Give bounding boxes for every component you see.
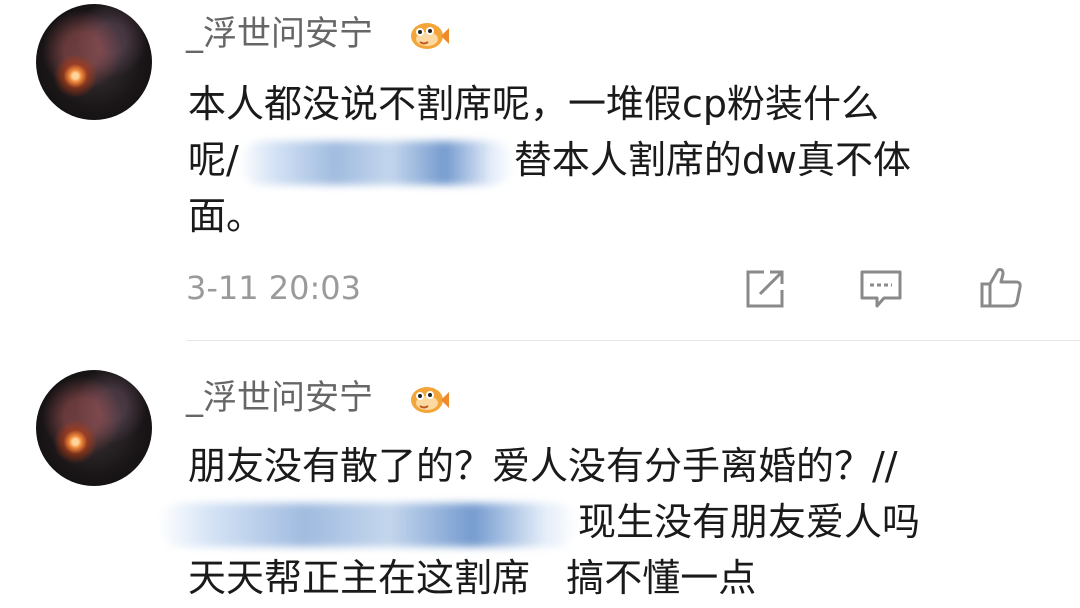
timestamp: 3-11 20:03 xyxy=(186,269,362,307)
comment-item: _浮世问安宁 朋友没有散了的？爱人没有分手离婚的？// 现生没有朋友爱人吗 天天… xyxy=(0,340,1080,608)
like-icon[interactable] xyxy=(978,264,1024,310)
username[interactable]: _浮世问安宁 xyxy=(186,378,373,418)
comment-line: 呢/替本人割席的dw真不体 xyxy=(188,132,1018,188)
fish-emoji-icon xyxy=(411,23,449,49)
blurred-mention xyxy=(238,140,514,185)
share-icon[interactable] xyxy=(742,266,788,312)
comment-text: 本人都没说不割席呢，一堆假cp粉装什么 呢/替本人割席的dw真不体 面。 xyxy=(188,76,1018,244)
comment-line: 朋友没有散了的？爱人没有分手离婚的？// xyxy=(188,444,898,488)
avatar[interactable] xyxy=(36,4,152,120)
comment-item: _浮世问安宁 本人都没说不割席呢，一堆假cp粉装什么 呢/替本人割席的dw真不体… xyxy=(0,0,1080,340)
comment-line: 现生没有朋友爱人吗 xyxy=(158,494,1018,550)
comment-line: 天天帮正主在这割席 搞不懂一点 xyxy=(188,556,757,600)
username[interactable]: _浮世问安宁 xyxy=(186,14,373,54)
blurred-mention xyxy=(158,502,578,547)
fish-emoji-icon xyxy=(411,387,449,413)
comment-icon[interactable] xyxy=(858,266,904,312)
comment-line: 本人都没说不割席呢，一堆假cp粉装什么 xyxy=(188,82,880,126)
comment-line: 面。 xyxy=(188,194,265,238)
comment-text: 朋友没有散了的？爱人没有分手离婚的？// 现生没有朋友爱人吗 天天帮正主在这割席… xyxy=(158,438,1018,606)
avatar[interactable] xyxy=(36,370,152,486)
